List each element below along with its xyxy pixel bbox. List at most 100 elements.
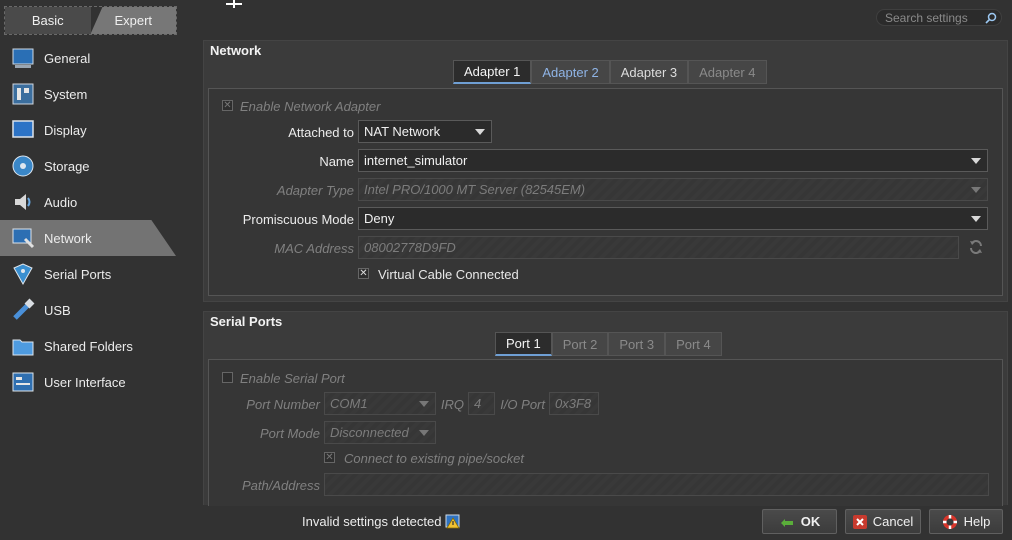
promiscuous-mode-select[interactable]: Deny xyxy=(358,207,988,230)
cancel-label: Cancel xyxy=(872,514,914,529)
sidebar-item-display[interactable]: Display xyxy=(0,112,200,148)
chevron-down-icon xyxy=(971,158,981,164)
sidebar-item-label: Display xyxy=(44,122,87,138)
virtual-cable-checkbox[interactable]: ✕ xyxy=(358,268,369,279)
settings-sidebar: General System Display Storage Audio Net… xyxy=(0,40,200,400)
adapter-type-select[interactable]: Intel PRO/1000 MT Server (82545EM) xyxy=(358,178,988,201)
cancel-button[interactable]: Cancel xyxy=(845,509,921,534)
chevron-down-icon xyxy=(971,187,981,193)
tab-port-3[interactable]: Port 3 xyxy=(608,332,666,356)
sidebar-item-shared-folders[interactable]: Shared Folders xyxy=(0,328,200,364)
ok-button[interactable]: OK xyxy=(762,509,837,534)
chevron-down-icon xyxy=(419,401,429,407)
chevron-down-icon xyxy=(475,129,485,135)
basic-mode-button[interactable]: Basic xyxy=(5,7,91,34)
tab-adapter-2[interactable]: Adapter 2 xyxy=(531,60,610,84)
sidebar-item-label: Serial Ports xyxy=(44,266,112,282)
ok-label: OK xyxy=(800,514,821,529)
sidebar-item-storage[interactable]: Storage xyxy=(0,148,200,184)
irq-value: 4 xyxy=(474,396,482,411)
mode-switch: Basic Expert xyxy=(4,6,177,35)
tab-adapter-3[interactable]: Adapter 3 xyxy=(609,60,689,84)
check-arrow-icon xyxy=(780,518,793,527)
adapter-tabs: Adapter 1 Adapter 2 Adapter 3 Adapter 4 xyxy=(453,60,767,84)
network-title: Network xyxy=(210,43,262,58)
chevron-down-icon xyxy=(971,216,981,222)
path-address-label: Path/Address xyxy=(241,478,320,493)
refresh-mac-icon[interactable] xyxy=(968,239,984,255)
enable-serial-port-label: Enable Serial Port xyxy=(240,371,345,386)
connect-existing-checkbox[interactable]: ✕ xyxy=(324,452,335,463)
search-icon xyxy=(985,12,997,24)
search-input[interactable]: Search settings xyxy=(876,9,1002,26)
port-mode-select[interactable]: Disconnected xyxy=(324,421,436,444)
adapter-type-value: Intel PRO/1000 MT Server (82545EM) xyxy=(364,182,586,197)
io-port-field[interactable]: 0x3F8 xyxy=(549,392,599,415)
serial-ports-section: Serial Ports Port 1 Port 2 Port 3 Port 4… xyxy=(203,311,1008,506)
shared-folders-icon xyxy=(12,339,34,356)
virtual-cable-label: Virtual Cable Connected xyxy=(378,267,519,282)
display-icon xyxy=(12,120,34,138)
chevron-down-icon xyxy=(419,430,429,436)
port-number-label: Port Number xyxy=(246,397,320,412)
adapter-frame: ✕ Enable Network Adapter Attached to NAT… xyxy=(208,88,1003,296)
tab-adapter-1[interactable]: Adapter 1 xyxy=(453,60,532,84)
audio-icon xyxy=(15,194,31,210)
sidebar-item-audio[interactable]: Audio xyxy=(0,184,200,220)
irq-label: IRQ xyxy=(440,397,464,412)
sidebar-item-user-interface[interactable]: User Interface xyxy=(0,364,200,400)
system-icon xyxy=(12,83,34,105)
serial-ports-icon xyxy=(13,263,33,286)
sidebar-item-label: Storage xyxy=(44,158,90,174)
usb-icon xyxy=(13,298,35,320)
name-label: Name xyxy=(319,154,354,169)
name-value: internet_simulator xyxy=(364,153,468,168)
name-select[interactable]: internet_simulator xyxy=(358,149,988,172)
tab-port-1[interactable]: Port 1 xyxy=(495,332,552,356)
port-number-select[interactable]: COM1 xyxy=(324,392,436,415)
expert-mode-button[interactable]: Expert xyxy=(90,7,176,34)
help-button[interactable]: Help xyxy=(929,509,1003,534)
sidebar-item-usb[interactable]: USB xyxy=(0,292,200,328)
enable-serial-port-checkbox[interactable] xyxy=(222,372,233,383)
promiscuous-mode-value: Deny xyxy=(364,211,395,226)
mac-address-value: 08002778D9FD xyxy=(364,240,456,255)
user-interface-icon xyxy=(12,372,34,392)
lifebuoy-icon xyxy=(942,514,957,529)
search-placeholder: Search settings xyxy=(885,10,968,25)
io-port-value: 0x3F8 xyxy=(555,396,592,411)
sidebar-item-label: System xyxy=(44,86,88,102)
sidebar-item-label: Audio xyxy=(44,194,78,210)
enable-network-adapter-checkbox[interactable]: ✕ xyxy=(222,100,233,111)
io-port-label: I/O Port xyxy=(500,397,545,412)
cancel-icon xyxy=(852,514,867,529)
sidebar-item-network[interactable]: Network xyxy=(0,220,176,256)
serial-ports-title: Serial Ports xyxy=(210,314,283,329)
port-mode-value: Disconnected xyxy=(330,425,409,440)
port-number-value: COM1 xyxy=(330,396,368,411)
status-message: Invalid settings detected xyxy=(302,514,442,529)
sidebar-item-label: General xyxy=(44,50,91,66)
sidebar-item-general[interactable]: General xyxy=(0,40,200,76)
port-tabs: Port 1 Port 2 Port 3 Port 4 xyxy=(495,332,722,356)
tab-adapter-4[interactable]: Adapter 4 xyxy=(688,60,767,84)
sidebar-item-label: Shared Folders xyxy=(44,338,133,354)
connect-existing-label: Connect to existing pipe/socket xyxy=(344,451,524,466)
mac-address-field[interactable]: 08002778D9FD xyxy=(358,236,959,259)
irq-field[interactable]: 4 xyxy=(468,392,495,415)
attached-to-value: NAT Network xyxy=(364,124,441,139)
general-icon xyxy=(12,48,34,68)
help-label: Help xyxy=(963,514,991,529)
sidebar-item-system[interactable]: System xyxy=(0,76,200,112)
path-address-field[interactable] xyxy=(324,473,989,496)
sidebar-item-label: Network xyxy=(44,230,92,246)
tab-port-2[interactable]: Port 2 xyxy=(551,332,609,356)
port-mode-label: Port Mode xyxy=(260,426,320,441)
promiscuous-mode-label: Promiscuous Mode xyxy=(242,212,354,227)
tab-port-4[interactable]: Port 4 xyxy=(665,332,722,356)
sidebar-item-label: User Interface xyxy=(44,374,126,390)
warning-icon[interactable] xyxy=(445,514,461,529)
network-icon xyxy=(12,228,35,249)
sidebar-item-serial-ports[interactable]: Serial Ports xyxy=(0,256,200,292)
attached-to-select[interactable]: NAT Network xyxy=(358,120,492,143)
